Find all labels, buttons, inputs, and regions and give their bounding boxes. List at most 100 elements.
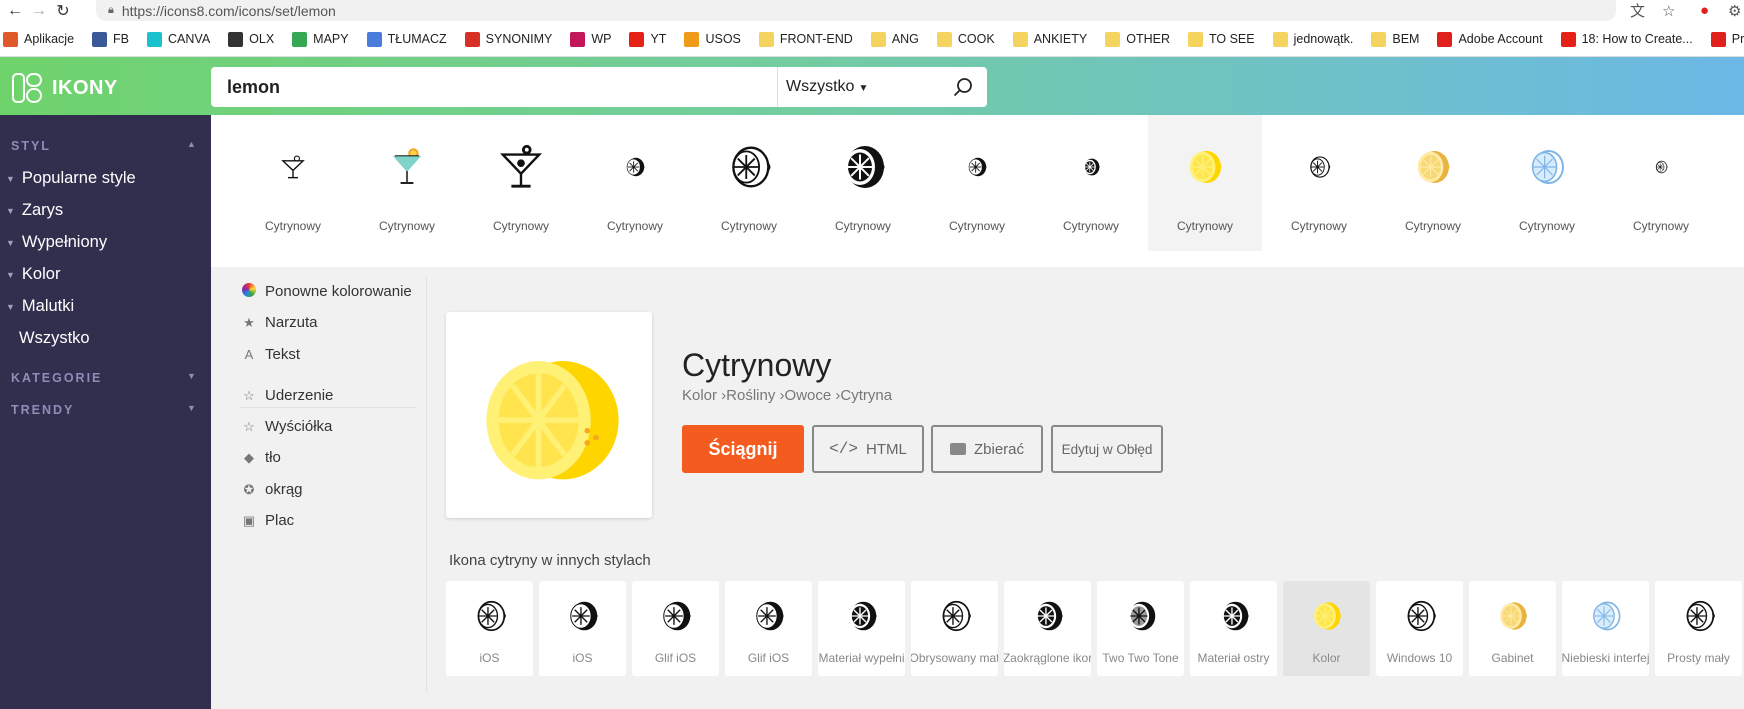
lemon-glyph-icon xyxy=(752,581,786,651)
tool-option[interactable]: ★ Narzuta xyxy=(240,314,317,331)
caret-down-icon: ▼ xyxy=(6,205,15,216)
tool-option[interactable]: A Tekst xyxy=(240,346,300,363)
bookmark-label: ANG xyxy=(891,32,919,46)
bookmark-item[interactable]: USOS xyxy=(684,31,741,47)
tool-option[interactable]: ▣ Plac xyxy=(240,512,294,529)
style-tile[interactable]: Materiał ostry xyxy=(1190,581,1277,676)
style-tile[interactable]: Kolor xyxy=(1283,581,1370,676)
style-tile[interactable]: Two Two Tone xyxy=(1097,581,1184,676)
tool-option[interactable]: ✪ okrąg xyxy=(240,481,303,498)
style-tile[interactable]: Niebieski interfej xyxy=(1562,581,1649,676)
style-tile[interactable]: Obrysowany mat xyxy=(911,581,998,676)
bookmark-item[interactable]: OLX xyxy=(228,31,274,47)
style-heading[interactable]: STYL ▲ xyxy=(11,139,196,153)
tool-option[interactable]: ◆ tło xyxy=(240,449,281,466)
bookmark-item[interactable]: YT xyxy=(629,31,666,47)
edit-button[interactable]: Edytuj w Obłęd xyxy=(1051,425,1163,473)
result-tile[interactable]: Cytrynowy xyxy=(1148,115,1262,251)
bookmark-item[interactable]: WP xyxy=(570,31,611,47)
download-button[interactable]: Ściągnij xyxy=(682,425,804,473)
s-icon xyxy=(464,31,480,47)
lemon-small-icon xyxy=(624,115,646,219)
filter-select[interactable]: Wszystko ▼ xyxy=(786,78,868,96)
search-input[interactable] xyxy=(227,76,787,98)
result-tile[interactable]: Cytrynowy xyxy=(920,115,1034,251)
style-tile[interactable]: iOS xyxy=(539,581,626,676)
facebook-icon xyxy=(92,31,108,47)
style-tile[interactable]: Zaokrąglone ikor xyxy=(1004,581,1091,676)
folder-icon xyxy=(1187,31,1203,47)
bookmark-item[interactable]: jednowątk. xyxy=(1272,31,1353,47)
result-tile[interactable]: Cytrynowy xyxy=(1034,115,1148,251)
bookmark-item[interactable]: CANVA xyxy=(147,31,210,47)
categories-heading[interactable]: KATEGORIE ▼ xyxy=(11,371,196,385)
style-tile[interactable]: Windows 10 xyxy=(1376,581,1463,676)
result-tile[interactable]: Cytrynowy xyxy=(350,115,464,251)
reload-icon[interactable]: ↻ xyxy=(54,1,72,21)
paint-bucket-icon: ◆ xyxy=(244,449,254,465)
sidebar-item-color[interactable]: ▼ Kolor xyxy=(6,265,60,284)
html-button[interactable]: </> HTML xyxy=(812,425,924,473)
tool-option[interactable]: Ponowne kolorowanie xyxy=(240,283,412,300)
bookmark-item[interactable]: Prototyping xyxy=(1710,31,1744,47)
arrow-right-icon[interactable]: → xyxy=(30,2,48,20)
sidebar-item-outline[interactable]: ▼ Zarys xyxy=(6,201,63,220)
collect-button[interactable]: Zbierać xyxy=(931,425,1043,473)
bookmark-label: Prototyping xyxy=(1731,32,1744,46)
result-tile[interactable]: Cytrynowy xyxy=(1604,115,1718,251)
result-tile[interactable]: Cytrynowy xyxy=(464,115,578,251)
lemon-rounded-icon xyxy=(1031,581,1065,651)
address-bar[interactable]: 🔒︎ https://icons8.com/icons/set/lemon xyxy=(96,0,1616,21)
logo[interactable]: IKONY xyxy=(12,73,118,103)
result-tile[interactable]: Cytrynowy xyxy=(692,115,806,251)
result-label: Cytrynowy xyxy=(492,219,549,233)
chevron-up-icon: ▲ xyxy=(187,139,198,149)
star-icon[interactable]: ☆ xyxy=(1662,0,1675,21)
bookmark-item[interactable]: FB xyxy=(92,31,129,47)
style-label: Obrysowany mat xyxy=(911,651,998,665)
chevron-down-icon: ▼ xyxy=(858,83,869,94)
sidebar-item-filled[interactable]: ▼ Wypełniony xyxy=(6,233,107,252)
result-tile[interactable]: Cytrynowy xyxy=(1376,115,1490,251)
sidebar-item-tiny[interactable]: ▼ Malutki xyxy=(6,297,74,316)
bookmark-item[interactable]: 18: How to Create... xyxy=(1560,31,1693,47)
style-tile[interactable]: Glif iOS xyxy=(725,581,812,676)
breadcrumb[interactable]: Kolor ›Rośliny ›Owoce ›Cytryna xyxy=(682,387,892,404)
result-tile[interactable]: Cytrynowy xyxy=(578,115,692,251)
chevron-down-icon: ▼ xyxy=(187,403,198,413)
caret-down-icon: ▼ xyxy=(6,269,15,280)
bookmark-item[interactable]: MAPY xyxy=(292,31,349,47)
bookmark-item[interactable]: ANKIETY xyxy=(1012,31,1087,47)
bookmark-item[interactable]: BEM xyxy=(1371,31,1419,47)
tool-option[interactable]: ☆ Uderzenie xyxy=(240,387,333,404)
bookmark-item[interactable]: SYNONIMY xyxy=(464,31,552,47)
style-tile[interactable]: Prosty mały xyxy=(1655,581,1742,676)
style-tile[interactable]: iOS xyxy=(446,581,533,676)
sidebar: STYL ▲ ▼ Popularne style ▼ Zarys ▼ Wypełnion… xyxy=(0,115,211,709)
style-tile[interactable]: Gabinet xyxy=(1469,581,1556,676)
bookmark-item[interactable]: ANG xyxy=(870,31,919,47)
bookmark-item[interactable]: FRONT-END xyxy=(758,31,853,47)
result-tile[interactable]: Cytrynowy xyxy=(236,115,350,251)
sidebar-item-all[interactable]: Wszystko xyxy=(19,329,90,348)
bookmark-item[interactable]: COOK xyxy=(936,31,995,47)
bookmark-item[interactable]: Aplikacje xyxy=(3,31,74,47)
style-tile[interactable]: Glif iOS xyxy=(632,581,719,676)
result-label: Cytrynowy xyxy=(1632,219,1689,233)
extension-icon[interactable]: ● xyxy=(1700,0,1709,21)
result-tile[interactable]: Cytrynowy xyxy=(806,115,920,251)
trends-heading[interactable]: TRENDY ▼ xyxy=(11,403,196,417)
bookmark-item[interactable]: TŁUMACZ xyxy=(366,31,447,47)
tool-option[interactable]: ☆ Wyściółka xyxy=(240,418,332,435)
menu-icon[interactable]: ⚙ xyxy=(1728,0,1741,21)
bookmark-item[interactable]: Adobe Account xyxy=(1437,31,1543,47)
bookmark-item[interactable]: TO SEE xyxy=(1187,31,1255,47)
bookmark-item[interactable]: OTHER xyxy=(1105,31,1170,47)
style-tile[interactable]: Materiał wypełni xyxy=(818,581,905,676)
result-tile[interactable]: Cytrynowy xyxy=(1490,115,1604,251)
search-icon[interactable] xyxy=(952,76,974,98)
translate-icon[interactable]: 文 xyxy=(1630,0,1645,21)
sidebar-item-popular[interactable]: ▼ Popularne style xyxy=(6,169,136,188)
arrow-left-icon[interactable]: ← xyxy=(6,2,24,20)
result-tile[interactable]: Cytrynowy xyxy=(1262,115,1376,251)
